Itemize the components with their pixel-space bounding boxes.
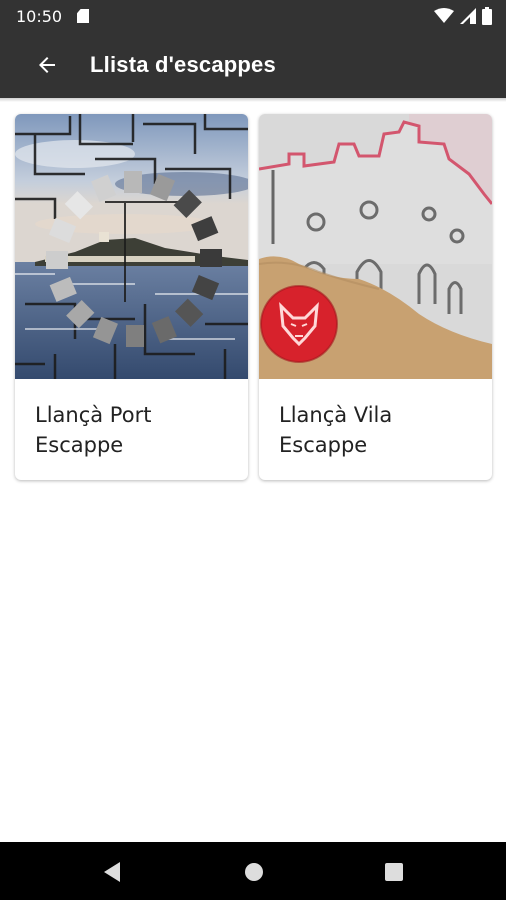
nav-home-icon bbox=[245, 863, 263, 881]
wifi-icon bbox=[434, 8, 454, 23]
arrow-back-icon bbox=[39, 57, 55, 73]
app-bar-shadow bbox=[0, 98, 506, 102]
nav-home-button[interactable] bbox=[240, 858, 268, 886]
nav-back-button[interactable] bbox=[98, 858, 126, 886]
cellular-signal-icon bbox=[460, 8, 476, 24]
app-bar: Llista d'escappes bbox=[0, 32, 506, 98]
back-button[interactable] bbox=[24, 42, 70, 88]
nav-recents-icon bbox=[385, 863, 403, 881]
status-icons bbox=[434, 7, 492, 25]
page-title: Llista d'escappes bbox=[90, 52, 276, 77]
system-nav-bar bbox=[0, 842, 506, 900]
status-time: 10:50 bbox=[16, 7, 63, 26]
escape-title: Llançà Port Escappe bbox=[35, 403, 152, 457]
status-bar: 10:50 bbox=[0, 0, 506, 32]
port-harbor-puzzle-image bbox=[15, 114, 248, 379]
escape-grid: Llançà Port Escappe Llançà Vila Escappe bbox=[15, 114, 493, 482]
nav-recents-button[interactable] bbox=[380, 858, 408, 886]
escape-card-llanca-port[interactable]: Llançà Port Escappe bbox=[15, 114, 248, 480]
sd-card-icon bbox=[77, 9, 89, 23]
vila-castle-wolf-image bbox=[259, 114, 492, 379]
battery-icon bbox=[482, 7, 492, 25]
escape-card-llanca-vila[interactable]: Llançà Vila Escappe bbox=[259, 114, 492, 480]
nav-back-icon bbox=[104, 862, 120, 882]
escape-title: Llançà Vila Escappe bbox=[279, 403, 393, 457]
